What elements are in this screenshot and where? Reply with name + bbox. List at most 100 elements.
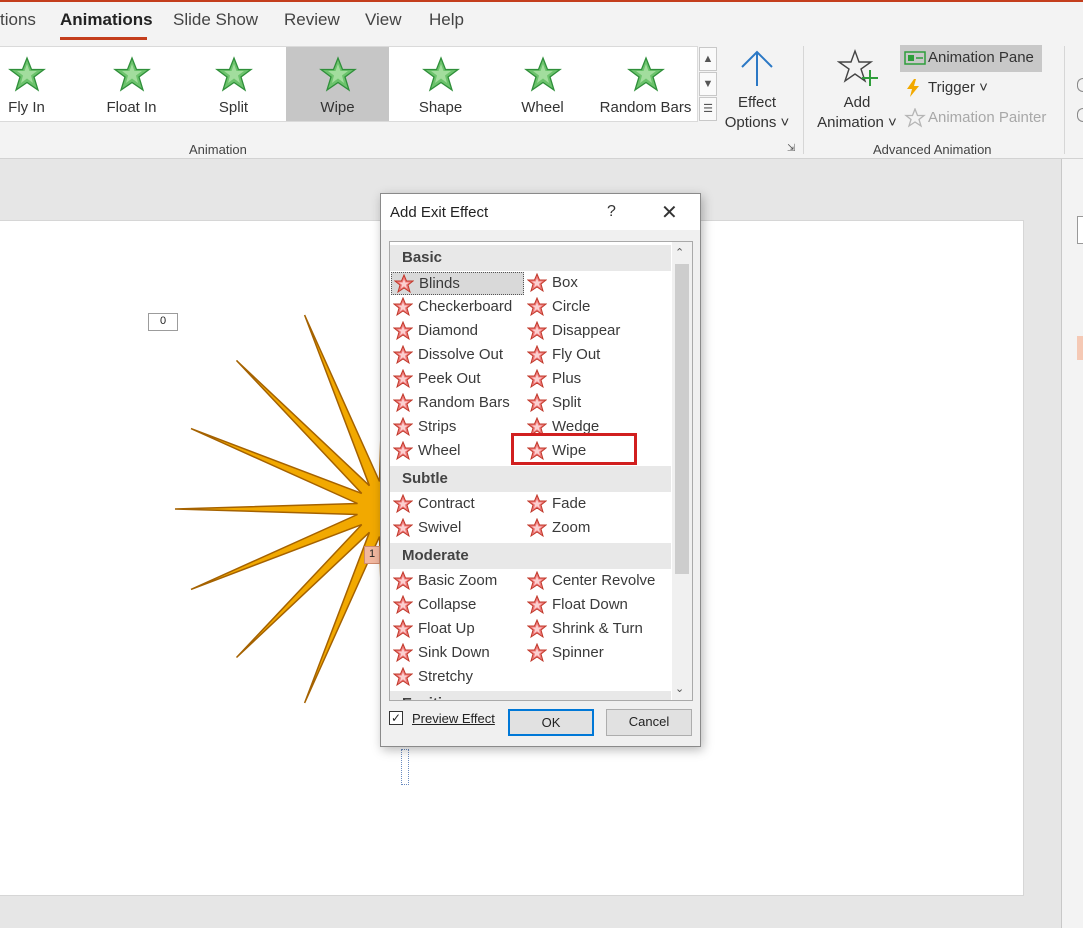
- red-star-icon: [527, 369, 547, 389]
- gallery-scroll-up-button[interactable]: ▲: [699, 47, 717, 71]
- effect-item-zoom[interactable]: Zoom: [525, 517, 665, 540]
- effect-item-basic-zoom[interactable]: Basic Zoom: [391, 570, 524, 593]
- effect-label: Random Bars: [418, 394, 510, 411]
- green-star-icon: [319, 56, 357, 92]
- animation-order-tag[interactable]: 0: [148, 313, 178, 331]
- red-star-icon: [394, 274, 414, 294]
- advanced-animation-group-label: Advanced Animation: [873, 142, 992, 157]
- gallery-item-random-bars[interactable]: Random Bars: [594, 47, 697, 121]
- effect-item-blinds[interactable]: Blinds: [391, 272, 524, 295]
- gallery-item-fly-in[interactable]: Fly In: [0, 47, 78, 121]
- red-star-icon: [527, 595, 547, 615]
- tab-animations[interactable]: Animations: [60, 10, 153, 30]
- add-animation-button[interactable]: Add Animation ˅: [810, 46, 904, 132]
- shape-selection-handle[interactable]: [401, 749, 409, 785]
- tab-transitions[interactable]: tions: [0, 10, 36, 30]
- gallery-more-button[interactable]: ☰: [699, 97, 717, 121]
- list-scrollbar[interactable]: ⌃ ⌄: [672, 242, 692, 700]
- effect-label: Plus: [552, 370, 582, 387]
- red-star-icon: [393, 518, 413, 538]
- red-star-icon: [393, 417, 413, 437]
- gallery-item-split[interactable]: Split: [182, 47, 285, 121]
- animation-pane-button[interactable]: Animation Pane: [900, 45, 1042, 72]
- effect-label: Shrink & Turn: [552, 620, 643, 637]
- effect-item-circle[interactable]: Circle: [525, 296, 665, 319]
- green-star-icon: [215, 56, 253, 92]
- effect-item-stretchy[interactable]: Stretchy: [391, 666, 524, 689]
- scrollbar-thumb[interactable]: [675, 264, 689, 574]
- dialog-launcher-icon[interactable]: ⇲: [787, 143, 795, 154]
- cancel-button[interactable]: Cancel: [606, 709, 692, 736]
- effect-item-spinner[interactable]: Spinner: [525, 642, 665, 665]
- tab-review[interactable]: Review: [284, 10, 340, 30]
- pane-item-fragment[interactable]: [1077, 336, 1083, 360]
- tab-view[interactable]: View: [365, 10, 402, 30]
- effect-item-shrink-turn[interactable]: Shrink & Turn: [525, 618, 665, 641]
- tab-help[interactable]: Help: [429, 10, 464, 30]
- effect-item-peek-out[interactable]: Peek Out: [391, 368, 524, 391]
- gallery-item-float-in[interactable]: Float In: [80, 47, 183, 121]
- effect-item-center-revolve[interactable]: Center Revolve: [525, 570, 665, 593]
- scroll-down-arrow[interactable]: ⌄: [675, 682, 684, 695]
- effects-list[interactable]: Basic Blinds Checkerboard Diamond Dissolve O…: [389, 241, 693, 701]
- red-star-icon: [393, 619, 413, 639]
- animation-painter-button[interactable]: Animation Painter: [900, 105, 1052, 132]
- effect-label: Blinds: [419, 275, 460, 292]
- trigger-button[interactable]: Trigger ˅: [900, 75, 994, 102]
- gallery-item-wheel[interactable]: Wheel: [491, 47, 594, 121]
- ok-button[interactable]: OK: [508, 709, 594, 736]
- effect-label: Peek Out: [418, 370, 481, 387]
- effect-options-button[interactable]: Effect Options ˅: [722, 46, 792, 132]
- gallery-scroll-down-button[interactable]: ▼: [699, 72, 717, 96]
- effect-item-split[interactable]: Split: [525, 392, 665, 415]
- red-star-icon: [393, 441, 413, 461]
- pane-input-fragment[interactable]: [1077, 216, 1083, 244]
- dialog-titlebar: Add Exit Effect ? ✕: [381, 194, 700, 230]
- effect-item-box[interactable]: Box: [525, 272, 665, 295]
- effect-item-float-up[interactable]: Float Up: [391, 618, 524, 641]
- red-star-icon: [527, 393, 547, 413]
- effect-item-plus[interactable]: Plus: [525, 368, 665, 391]
- effect-item-swivel[interactable]: Swivel: [391, 517, 524, 540]
- effect-item-disappear[interactable]: Disappear: [525, 320, 665, 343]
- gallery-item-shape[interactable]: Shape: [389, 47, 492, 121]
- gallery-item-wipe[interactable]: Wipe: [286, 47, 389, 121]
- effect-item-float-down[interactable]: Float Down: [525, 594, 665, 617]
- effect-item-sink-down[interactable]: Sink Down: [391, 642, 524, 665]
- effect-item-fly-out[interactable]: Fly Out: [525, 344, 665, 367]
- effect-item-contract[interactable]: Contract: [391, 493, 524, 516]
- checkbox-icon[interactable]: ✓: [389, 711, 403, 725]
- effect-item-collapse[interactable]: Collapse: [391, 594, 524, 617]
- close-icon[interactable]: ✕: [661, 200, 678, 225]
- category-header: Moderate: [390, 543, 671, 569]
- effect-label: Spinner: [552, 644, 604, 661]
- effect-label: Swivel: [418, 519, 462, 536]
- effect-item-checkerboard[interactable]: Checkerboard: [391, 296, 524, 319]
- effect-label: Box: [552, 274, 578, 291]
- effect-label: Split: [552, 394, 582, 411]
- effect-label: Fade: [552, 495, 587, 512]
- animation-order-tag[interactable]: 1: [364, 546, 380, 564]
- effect-item-fade[interactable]: Fade: [525, 493, 665, 516]
- effect-item-diamond[interactable]: Diamond: [391, 320, 524, 343]
- effect-label: Dissolve Out: [418, 346, 504, 363]
- effect-label: Zoom: [552, 519, 591, 536]
- red-star-icon: [527, 494, 547, 514]
- scroll-up-arrow[interactable]: ⌃: [675, 246, 684, 259]
- ribbon-overflow-icon: [1077, 108, 1083, 122]
- green-star-icon: [627, 56, 665, 92]
- tab-slide-show[interactable]: Slide Show: [173, 10, 258, 30]
- green-star-icon: [113, 56, 151, 92]
- category-header: Basic: [390, 245, 671, 271]
- gallery-item-label: Shape: [418, 99, 463, 116]
- help-icon[interactable]: ?: [607, 203, 616, 221]
- effect-item-wheel[interactable]: Wheel: [391, 440, 524, 463]
- effect-item-dissolve-out[interactable]: Dissolve Out: [391, 344, 524, 367]
- trigger-label: Trigger ˅: [928, 79, 988, 96]
- effect-item-random-bars[interactable]: Random Bars: [391, 392, 524, 415]
- add-exit-effect-dialog: Add Exit Effect ? ✕ Basic Blinds Checkerbo…: [380, 193, 701, 747]
- red-star-icon: [393, 571, 413, 591]
- effect-label: Fly Out: [552, 346, 601, 363]
- effect-item-strips[interactable]: Strips: [391, 416, 524, 439]
- gallery-item-label: Fly In: [8, 99, 45, 116]
